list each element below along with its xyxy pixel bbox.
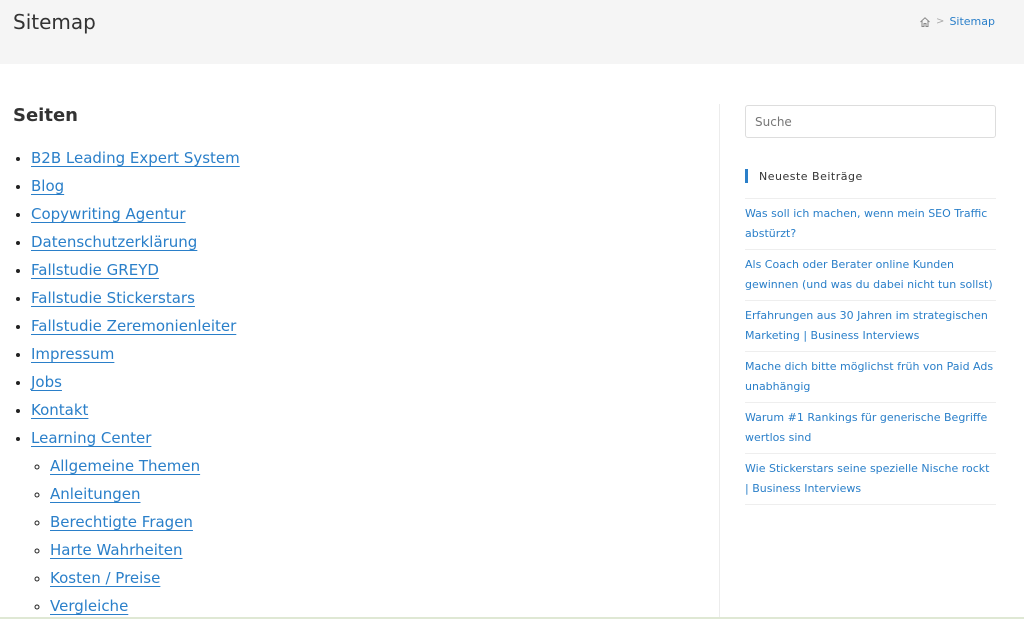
- widget-title: Neueste Beiträge: [745, 169, 996, 183]
- sub-page-link[interactable]: Vergleiche: [50, 597, 128, 615]
- post-link[interactable]: Erfahrungen aus 30 Jahren im strategisch…: [745, 309, 988, 342]
- recent-posts-list: Was soll ich machen, wenn mein SEO Traff…: [745, 198, 996, 505]
- post-link[interactable]: Was soll ich machen, wenn mein SEO Traff…: [745, 207, 987, 240]
- sub-page-link[interactable]: Allgemeine Themen: [50, 457, 200, 475]
- sub-page-link[interactable]: Harte Wahrheiten: [50, 541, 183, 559]
- breadcrumb-separator: >: [936, 16, 945, 27]
- list-item: Fallstudie Stickerstars: [31, 284, 703, 312]
- page-link[interactable]: Jobs: [31, 373, 62, 391]
- search-input[interactable]: [745, 105, 996, 138]
- list-item: Learning Center Allgemeine Themen Anleit…: [31, 424, 703, 620]
- content-divider: [719, 104, 720, 619]
- post-link[interactable]: Warum #1 Rankings für generische Begriff…: [745, 411, 987, 444]
- post-link[interactable]: Mache dich bitte möglichst früh von Paid…: [745, 360, 993, 393]
- list-item: Als Coach oder Berater online Kunden gew…: [745, 250, 996, 301]
- post-link[interactable]: Wie Stickerstars seine spezielle Nische …: [745, 462, 989, 495]
- page-list: B2B Leading Expert System Blog Copywriti…: [13, 144, 703, 620]
- page-link[interactable]: Fallstudie GREYD: [31, 261, 159, 279]
- page-link[interactable]: Fallstudie Stickerstars: [31, 289, 195, 307]
- page-link[interactable]: Copywriting Agentur: [31, 205, 186, 223]
- sub-list-item: Kosten / Preise: [50, 564, 703, 592]
- page-link[interactable]: Impressum: [31, 345, 114, 363]
- sub-list-item: Allgemeine Themen: [50, 452, 703, 480]
- list-item: Mache dich bitte möglichst früh von Paid…: [745, 352, 996, 403]
- list-item: Impressum: [31, 340, 703, 368]
- main-content: Seiten B2B Leading Expert System Blog Co…: [13, 104, 703, 620]
- sub-list-item: Anleitungen: [50, 480, 703, 508]
- page-link[interactable]: Learning Center: [31, 429, 151, 447]
- list-item: Erfahrungen aus 30 Jahren im strategisch…: [745, 301, 996, 352]
- sub-list-item: Harte Wahrheiten: [50, 536, 703, 564]
- post-link[interactable]: Als Coach oder Berater online Kunden gew…: [745, 258, 993, 291]
- section-heading: Seiten: [13, 105, 78, 126]
- page-link[interactable]: Blog: [31, 177, 64, 195]
- sub-page-link[interactable]: Kosten / Preise: [50, 569, 160, 587]
- sub-page-link[interactable]: Berechtigte Fragen: [50, 513, 193, 531]
- list-item: Datenschutzerklärung: [31, 228, 703, 256]
- page-link[interactable]: Datenschutzerklärung: [31, 233, 197, 251]
- list-item: Fallstudie Zeremonienleiter: [31, 312, 703, 340]
- sub-list-item: Vergleiche: [50, 592, 703, 620]
- sub-list-item: Berechtigte Fragen: [50, 508, 703, 536]
- list-item: Was soll ich machen, wenn mein SEO Traff…: [745, 199, 996, 250]
- page-title: Sitemap: [13, 10, 96, 34]
- page-link[interactable]: Fallstudie Zeremonienleiter: [31, 317, 236, 335]
- sub-page-list: Allgemeine Themen Anleitungen Berechtigt…: [31, 452, 703, 620]
- breadcrumb-current: Sitemap: [949, 15, 995, 28]
- breadcrumb: > Sitemap: [919, 15, 995, 28]
- home-icon[interactable]: [919, 16, 931, 28]
- page-link[interactable]: Kontakt: [31, 401, 88, 419]
- page-link[interactable]: B2B Leading Expert System: [31, 149, 240, 167]
- list-item: Jobs: [31, 368, 703, 396]
- list-item: Kontakt: [31, 396, 703, 424]
- sidebar: Neueste Beiträge Was soll ich machen, we…: [745, 105, 996, 505]
- sub-page-link[interactable]: Anleitungen: [50, 485, 140, 503]
- page-header: Sitemap > Sitemap: [0, 0, 1024, 64]
- list-item: Fallstudie GREYD: [31, 256, 703, 284]
- list-item: Wie Stickerstars seine spezielle Nische …: [745, 454, 996, 505]
- list-item: B2B Leading Expert System: [31, 144, 703, 172]
- list-item: Warum #1 Rankings für generische Begriff…: [745, 403, 996, 454]
- list-item: Blog: [31, 172, 703, 200]
- list-item: Copywriting Agentur: [31, 200, 703, 228]
